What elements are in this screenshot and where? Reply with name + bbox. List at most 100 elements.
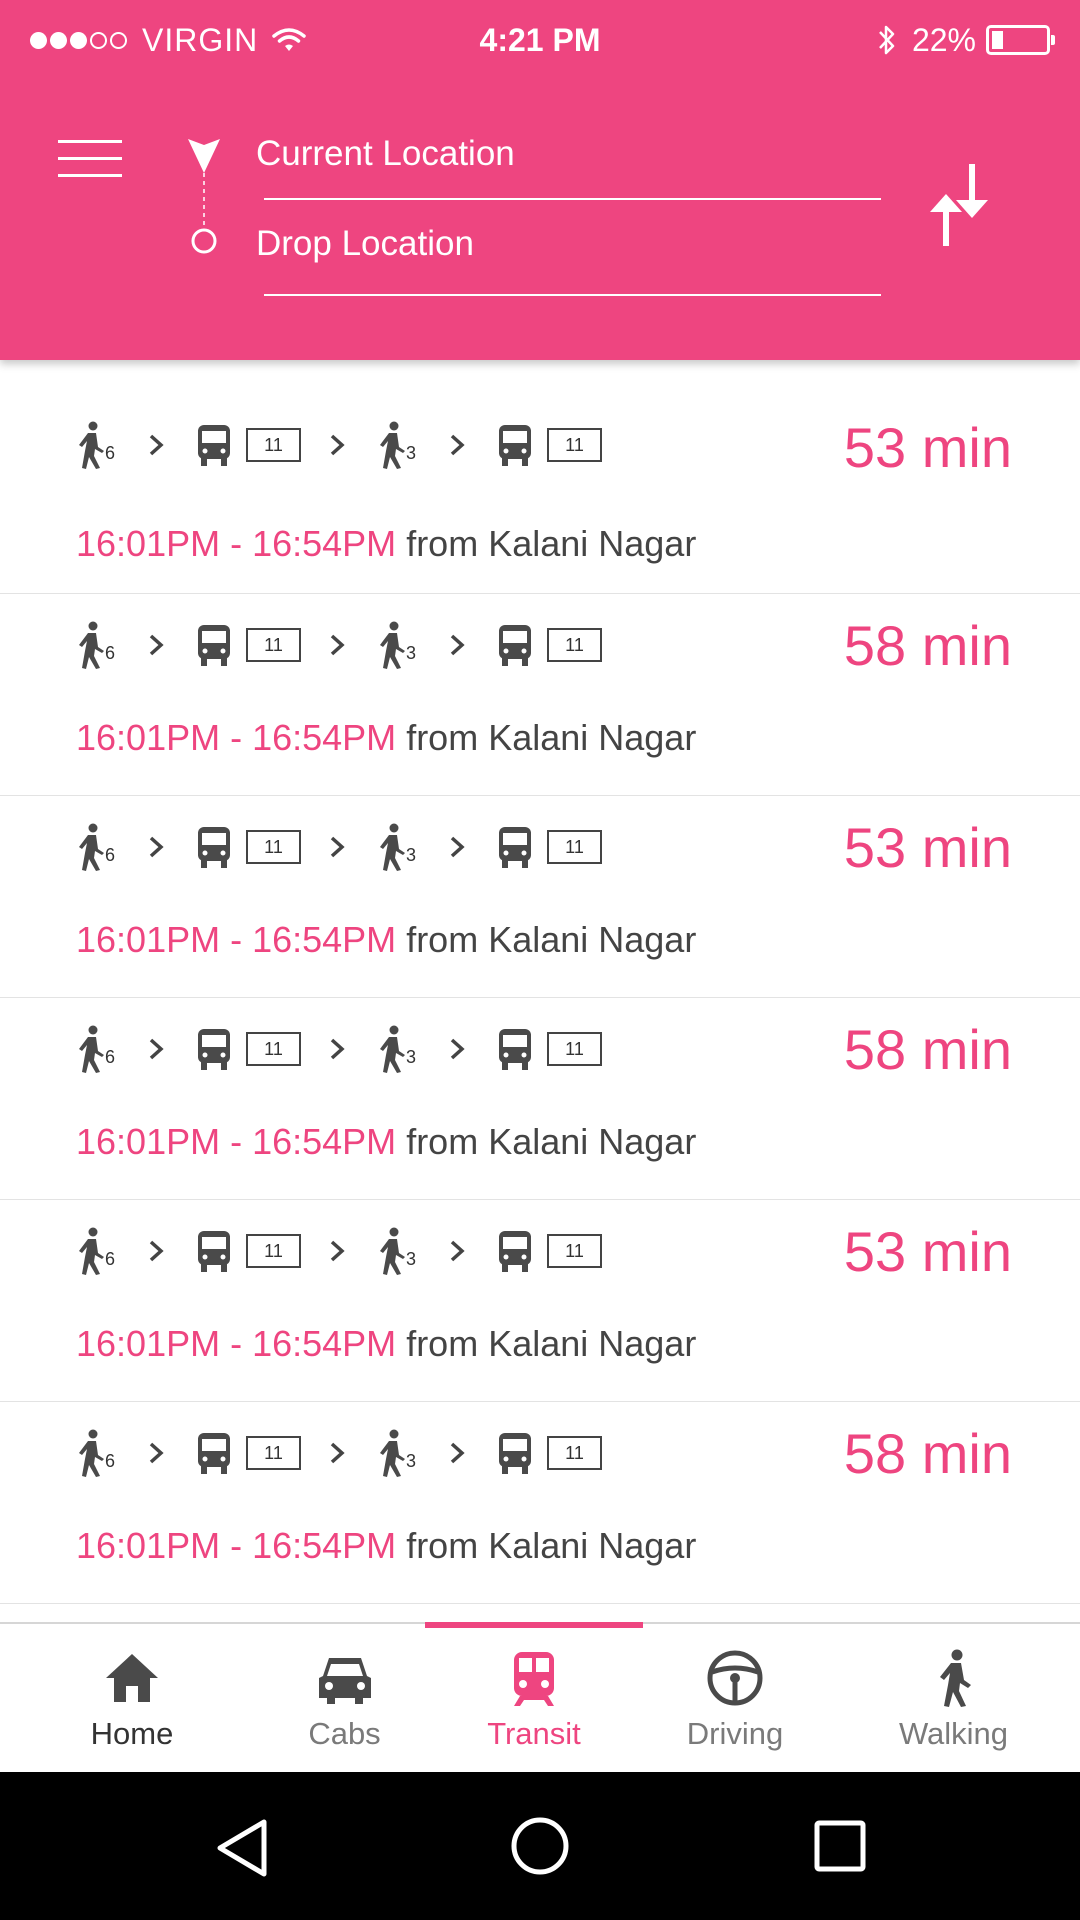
route-time-info: 16:01PM - 16:54PM from Kalani Nagar <box>76 1324 696 1364</box>
drop-location-input[interactable]: Drop Location <box>256 220 881 298</box>
drop-location-text: Drop Location <box>256 224 474 263</box>
route-duration: 58 min <box>843 614 1012 677</box>
departure-stop: from Kalani Nagar <box>406 523 697 564</box>
walk-minutes: 6 <box>105 643 116 663</box>
bus-number: 11 <box>547 628 602 662</box>
car-icon <box>318 1658 371 1704</box>
chevron-right-icon <box>450 634 465 656</box>
route-legs: 6 11 3 11 <box>76 420 602 470</box>
route-option[interactable]: 6 11 3 <box>0 796 1080 998</box>
current-location-underline <box>264 198 881 200</box>
walk-minutes: 6 <box>105 845 116 865</box>
tab-label: Home <box>90 1716 174 1751</box>
departure-stop: from Kalani Nagar <box>406 1525 697 1566</box>
walking-icon <box>380 1227 405 1275</box>
time-range: 16:01PM - 16:54PM <box>76 717 397 758</box>
route-legs: 6 11 3 11 <box>76 1024 602 1074</box>
recent-apps-icon[interactable] <box>814 1820 866 1872</box>
swap-direction-icon[interactable] <box>926 160 996 250</box>
walk-leg: 6 <box>76 621 120 669</box>
chevron-right-icon <box>330 1240 345 1262</box>
chevron-right-icon <box>450 434 465 456</box>
time-range: 16:01PM - 16:54PM <box>76 1121 397 1162</box>
route-time-info: 16:01PM - 16:54PM from Kalani Nagar <box>76 920 696 960</box>
current-location-input[interactable]: Current Location <box>256 130 881 202</box>
chevron-right-icon <box>330 1442 345 1464</box>
home-icon <box>106 1654 158 1702</box>
tab-home[interactable]: Home <box>0 1624 264 1772</box>
chevron-right-icon <box>450 836 465 858</box>
route-time-info: 16:01PM - 16:54PM from Kalani Nagar <box>76 524 696 564</box>
walk-leg: 3 <box>377 1025 421 1073</box>
status-bar: VIRGIN 4:21 PM 22% <box>0 0 1080 80</box>
bus-number: 11 <box>246 428 301 462</box>
walk-leg: 6 <box>76 1227 120 1275</box>
status-right: 22% <box>876 20 1055 60</box>
time-range: 16:01PM - 16:54PM <box>76 1525 397 1566</box>
departure-stop: from Kalani Nagar <box>406 919 697 960</box>
walk-leg: 3 <box>377 1227 421 1275</box>
chevron-right-icon <box>149 434 164 456</box>
bus-icon <box>499 827 531 868</box>
walk-minutes: 6 <box>105 443 116 463</box>
route-option[interactable]: 6 11 3 <box>0 1402 1080 1604</box>
walk-minutes: 3 <box>406 1047 417 1067</box>
bus-number: 11 <box>547 830 602 864</box>
route-option[interactable]: 6 11 3 <box>0 594 1080 796</box>
walk-leg: 6 <box>76 823 120 871</box>
route-time-info: 16:01PM - 16:54PM from Kalani Nagar <box>76 1122 696 1162</box>
tab-label: Walking <box>898 1716 1009 1751</box>
route-duration: 58 min <box>843 1422 1012 1485</box>
walking-icon <box>939 1649 971 1707</box>
current-location-text: Current Location <box>256 134 515 173</box>
walk-leg: 3 <box>377 1429 421 1477</box>
chevron-right-icon <box>330 634 345 656</box>
walk-leg: 3 <box>377 621 421 669</box>
hamburger-menu-icon[interactable] <box>58 140 122 178</box>
route-list: 6 11 3 11 53 min 16:01PM - 16:54PM from … <box>0 360 1080 1622</box>
walk-minutes: 6 <box>105 1451 116 1471</box>
tab-walking[interactable]: Walking <box>827 1624 1080 1772</box>
chevron-right-icon <box>450 1442 465 1464</box>
active-tab-indicator <box>425 1622 643 1628</box>
walk-leg: 6 <box>76 421 120 469</box>
route-start-end-icon <box>188 139 220 254</box>
bus-icon <box>499 1231 531 1272</box>
route-legs: 6 11 3 11 <box>76 822 602 872</box>
bus-number: 11 <box>246 1436 301 1470</box>
walk-minutes: 3 <box>406 643 417 663</box>
walking-icon <box>380 621 405 669</box>
home-circle-icon[interactable] <box>510 1816 570 1876</box>
chevron-right-icon <box>149 1442 164 1464</box>
route-legs: 6 11 3 11 <box>76 1226 602 1276</box>
walking-icon <box>79 1429 104 1477</box>
bus-icon <box>499 1433 531 1474</box>
route-duration: 58 min <box>843 1018 1012 1081</box>
tab-driving[interactable]: Driving <box>643 1624 827 1772</box>
bus-icon <box>499 425 531 466</box>
route-option[interactable]: 6 11 3 <box>0 360 1080 594</box>
chevron-right-icon <box>149 634 164 656</box>
bus-icon <box>499 625 531 666</box>
chevron-right-icon <box>149 1038 164 1060</box>
route-option[interactable]: 6 11 3 <box>0 1200 1080 1402</box>
route-duration: 53 min <box>843 816 1012 879</box>
walk-minutes: 3 <box>406 1451 417 1471</box>
bus-number: 11 <box>547 1436 602 1470</box>
tab-label: Transit <box>487 1716 581 1751</box>
route-legs: 6 11 3 11 <box>76 1428 602 1478</box>
route-option[interactable]: 6 11 3 <box>0 998 1080 1200</box>
bus-icon <box>198 1231 230 1272</box>
bus-icon <box>198 425 230 466</box>
chevron-right-icon <box>450 1038 465 1060</box>
bus-number: 11 <box>246 1234 301 1268</box>
tab-transit[interactable]: Transit <box>425 1622 643 1772</box>
back-icon[interactable] <box>214 1818 270 1878</box>
bus-number: 11 <box>547 428 602 462</box>
tab-cabs[interactable]: Cabs <box>264 1624 425 1772</box>
departure-stop: from Kalani Nagar <box>406 717 697 758</box>
bottom-tab-bar: Home Cabs Transit Driving Walking <box>0 1622 1080 1772</box>
system-navigation-bar <box>0 1772 1080 1920</box>
bus-icon <box>198 1433 230 1474</box>
bus-number: 11 <box>547 1032 602 1066</box>
